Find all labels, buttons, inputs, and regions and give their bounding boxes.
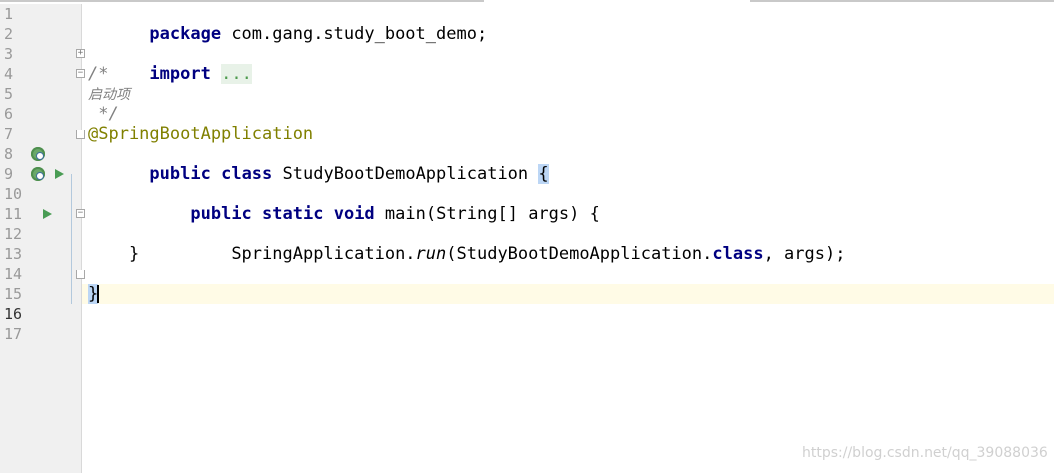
code-editor[interactable]: package com.gang.study_boot_demo; import…	[82, 4, 1054, 473]
line-number: 9	[4, 165, 14, 183]
gutter-row: 17	[0, 324, 82, 344]
line-number: 7	[4, 125, 14, 143]
gutter-row: 16	[0, 304, 82, 324]
gutter-row: 3 +	[0, 44, 85, 64]
code-line: package com.gang.study_boot_demo;	[82, 4, 1054, 44]
code-text: }	[88, 244, 140, 264]
code-line: 启动项	[82, 84, 1054, 104]
spring-bean-icon[interactable]	[31, 167, 45, 181]
gutter-row: 11 −	[0, 204, 85, 224]
code-text: main(String[] args) {	[374, 204, 600, 224]
gutter-row: 8	[0, 144, 82, 164]
line-number: 16	[4, 305, 23, 323]
current-code-line[interactable]: }	[82, 284, 1054, 304]
watermark: https://blog.csdn.net/qq_39088036	[802, 445, 1048, 461]
gutter-row: 13	[0, 244, 82, 264]
tab-divider-right	[750, 0, 1054, 2]
gutter-row: 9	[0, 164, 82, 184]
keyword: class	[221, 164, 273, 184]
keyword: void	[333, 204, 375, 224]
keyword: static	[262, 204, 324, 224]
gutter-row: 5	[0, 84, 82, 104]
line-number: 8	[4, 145, 14, 163]
text-caret	[97, 285, 100, 303]
keyword: public	[190, 204, 252, 224]
gutter-row: 1	[0, 4, 82, 24]
run-icon[interactable]	[43, 209, 52, 219]
line-number: 12	[4, 225, 23, 243]
line-number: 1	[4, 5, 14, 23]
spring-bean-icon[interactable]	[31, 147, 45, 161]
annotation: @SpringBootApplication	[88, 124, 314, 144]
gutter-row: 2	[0, 24, 82, 44]
line-number: 4	[4, 65, 14, 83]
code-line: */	[82, 104, 1054, 124]
comment: /*	[88, 64, 109, 84]
gutter-row: 4 −	[0, 64, 85, 84]
line-number: 6	[4, 105, 14, 123]
comment: 启动项	[88, 87, 130, 103]
line-number: 10	[4, 185, 23, 203]
line-number: 2	[4, 25, 14, 43]
line-number: 14	[4, 265, 23, 283]
comment: */	[88, 104, 119, 124]
line-number: 5	[4, 85, 14, 103]
code-line: import ...	[82, 44, 1054, 84]
gutter-row: 10	[0, 184, 82, 204]
code-text: com.gang.study_boot_demo;	[221, 24, 488, 44]
gutter-row: 12	[0, 224, 82, 244]
line-number: 11	[4, 205, 23, 223]
matched-brace: {	[538, 164, 549, 184]
gutter-row: 14	[0, 264, 85, 284]
line-number: 17	[4, 325, 23, 343]
gutter-row: 6	[0, 104, 82, 124]
gutter-row: 7	[0, 124, 85, 144]
code-line: public class StudyBootDemoApplication {	[82, 144, 1054, 184]
keyword: package	[149, 24, 222, 44]
tab-divider-left	[0, 0, 484, 2]
line-number: 3	[4, 45, 14, 63]
run-icon[interactable]	[55, 169, 64, 179]
code-line: }	[82, 244, 1054, 264]
class-name: StudyBootDemoApplication	[272, 164, 539, 184]
code-line: SpringApplication.run(StudyBootDemoAppli…	[82, 224, 1054, 264]
editor-gutter[interactable]: 1 2 3 + 4 − 5 6 7 8 9 10 11 − 12 13 14 1…	[0, 4, 85, 473]
code-line: /*	[82, 64, 1054, 84]
gutter-row: 15	[0, 284, 82, 304]
class-scope-guide	[71, 174, 72, 304]
keyword: public	[149, 164, 211, 184]
line-number: 13	[4, 245, 23, 263]
line-number: 15	[4, 285, 23, 303]
code-line: @SpringBootApplication	[82, 124, 1054, 144]
code-line: public static void main(String[] args) {	[82, 184, 1054, 224]
